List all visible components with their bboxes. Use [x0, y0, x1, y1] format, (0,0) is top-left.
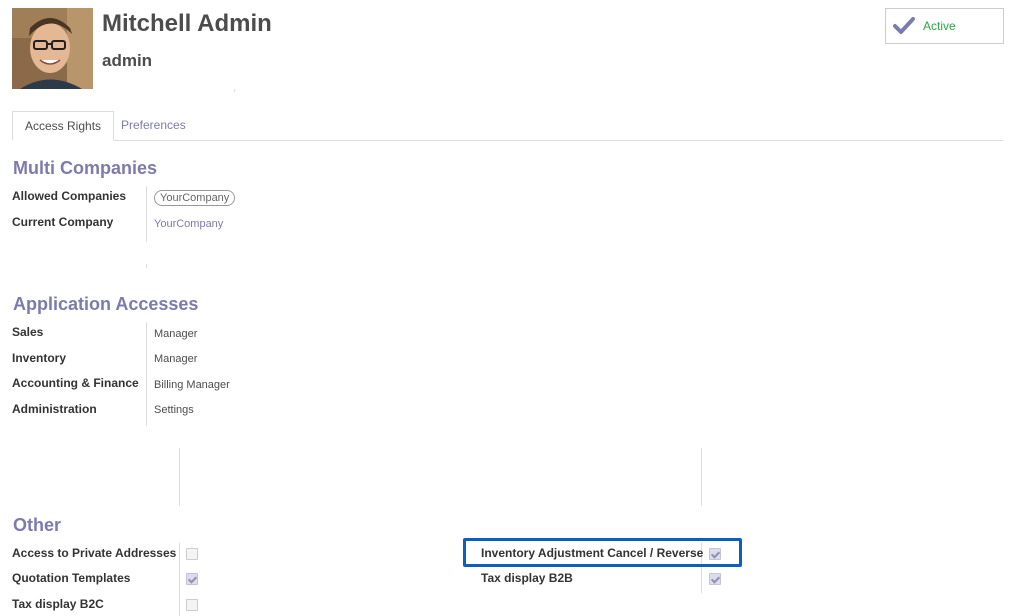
- field-separator: [146, 322, 147, 426]
- tab-bar: Access Rights Preferences: [12, 111, 1003, 141]
- allowed-companies-label: Allowed Companies: [12, 189, 127, 203]
- tab-access-rights[interactable]: Access Rights: [12, 111, 115, 141]
- current-company-label: Current Company: [12, 215, 114, 229]
- user-name[interactable]: Mitchell Admin: [102, 10, 272, 38]
- field-separator: [146, 186, 147, 242]
- tax-display-b2c-checkbox[interactable]: [186, 599, 198, 611]
- divider: [234, 89, 235, 92]
- section-title-application-accesses: Application Accesses: [13, 294, 199, 314]
- tab-preferences[interactable]: Preferences: [109, 111, 198, 141]
- accounting-access-select[interactable]: Billing Manager: [154, 379, 230, 391]
- current-company-link[interactable]: YourCompany: [154, 218, 223, 230]
- user-login[interactable]: admin: [102, 51, 152, 71]
- inventory-access-select[interactable]: Manager: [154, 353, 197, 365]
- tax-display-b2b-checkbox[interactable]: [709, 573, 721, 585]
- active-toggle-button[interactable]: Active: [885, 8, 1004, 44]
- user-avatar[interactable]: [12, 8, 93, 89]
- field-separator: [701, 448, 702, 506]
- highlight-box: [463, 538, 742, 567]
- field-separator: [179, 543, 180, 616]
- administration-label: Administration: [12, 402, 97, 416]
- section-title-multi-companies: Multi Companies: [13, 158, 158, 178]
- sales-access-select[interactable]: Manager: [154, 328, 197, 340]
- administration-access-select[interactable]: Settings: [154, 404, 194, 416]
- check-icon: [893, 17, 915, 34]
- sales-label: Sales: [12, 325, 44, 339]
- quotation-templates-label: Quotation Templates: [12, 571, 131, 585]
- private-addresses-label: Access to Private Addresses: [12, 546, 177, 560]
- tax-display-b2c-label: Tax display B2C: [12, 597, 104, 611]
- field-separator: [146, 264, 147, 268]
- field-separator: [179, 448, 180, 506]
- tax-display-b2b-label: Tax display B2B: [481, 571, 573, 585]
- allowed-company-tag[interactable]: YourCompany: [154, 190, 236, 206]
- status-label: Active: [923, 19, 956, 33]
- section-title-other: Other: [13, 515, 62, 535]
- quotation-templates-checkbox[interactable]: [186, 573, 198, 585]
- accounting-label: Accounting & Finance: [12, 376, 139, 390]
- private-addresses-checkbox[interactable]: [186, 548, 198, 560]
- inventory-label: Inventory: [12, 351, 67, 365]
